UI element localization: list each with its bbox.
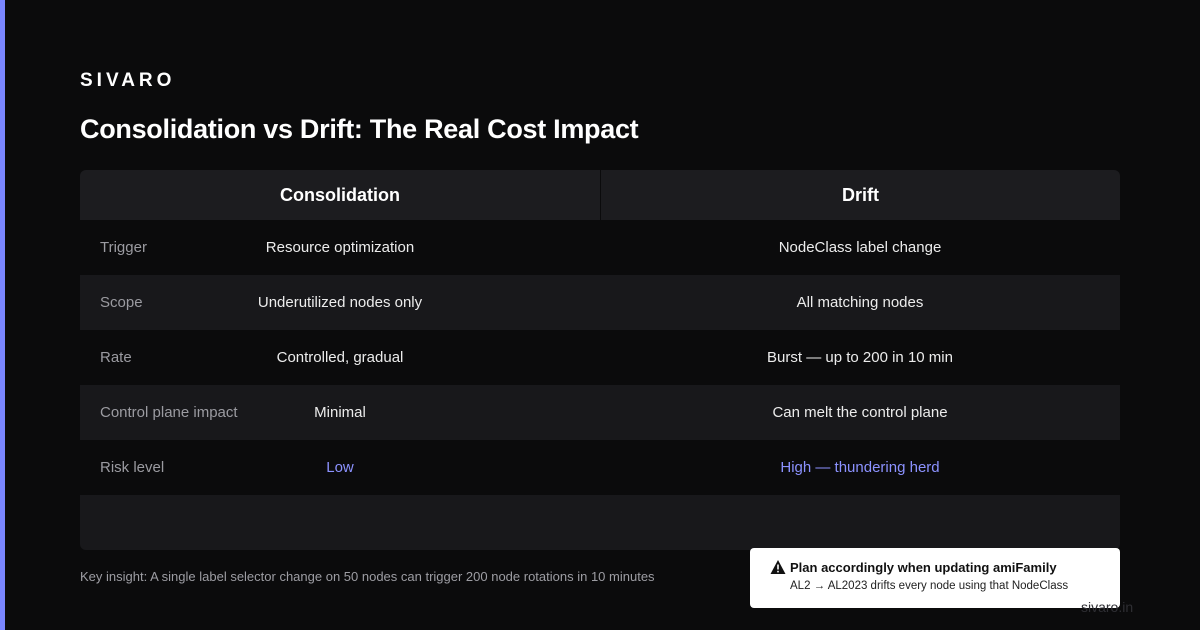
callout-title: Plan accordingly when updating amiFamily	[790, 560, 1057, 575]
table-row: Risk level Low High — thundering herd	[80, 440, 1120, 495]
slide: SIVARO Consolidation vs Drift: The Real …	[0, 0, 1200, 630]
consolidation-value: Low	[326, 459, 354, 476]
drift-value: All matching nodes	[796, 294, 924, 311]
header-drift: Drift	[601, 170, 1120, 220]
drift-value: High — thundering herd	[780, 459, 940, 476]
consolidation-value: Resource optimization	[265, 239, 415, 256]
warning-icon	[770, 560, 786, 574]
key-insight: Key insight: A single label selector cha…	[80, 569, 655, 584]
callout-body: AL2 → AL2023 drifts every node using tha…	[790, 580, 1069, 592]
comparison-table: Consolidation Drift Trigger Resource opt…	[80, 170, 1120, 550]
drift-value: Burst — up to 200 in 10 min	[767, 349, 953, 366]
table-footer-row	[80, 495, 1120, 550]
header-consolidation: Consolidation	[80, 170, 600, 220]
brand-logo: SIVARO	[80, 70, 176, 91]
consolidation-value: Minimal	[314, 404, 366, 421]
consolidation-value: Controlled, gradual	[276, 349, 404, 366]
table-row: Control plane impact Minimal Can melt th…	[80, 385, 1120, 440]
warning-callout: Plan accordingly when updating amiFamily…	[750, 548, 1120, 608]
table-row: Scope Underutilized nodes only All match…	[80, 275, 1120, 330]
accent-bar	[0, 0, 5, 630]
table-row: Rate Controlled, gradual Burst — up to 2…	[80, 330, 1120, 385]
footer-url: sivaro.in	[1081, 599, 1134, 615]
table-row: Trigger Resource optimization NodeClass …	[80, 220, 1120, 275]
page-title: Consolidation vs Drift: The Real Cost Im…	[80, 114, 639, 144]
consolidation-value: Underutilized nodes only	[257, 294, 423, 311]
drift-value: NodeClass label change	[778, 239, 942, 256]
table-header: Consolidation Drift	[80, 170, 1120, 220]
drift-value: Can melt the control plane	[772, 404, 948, 421]
